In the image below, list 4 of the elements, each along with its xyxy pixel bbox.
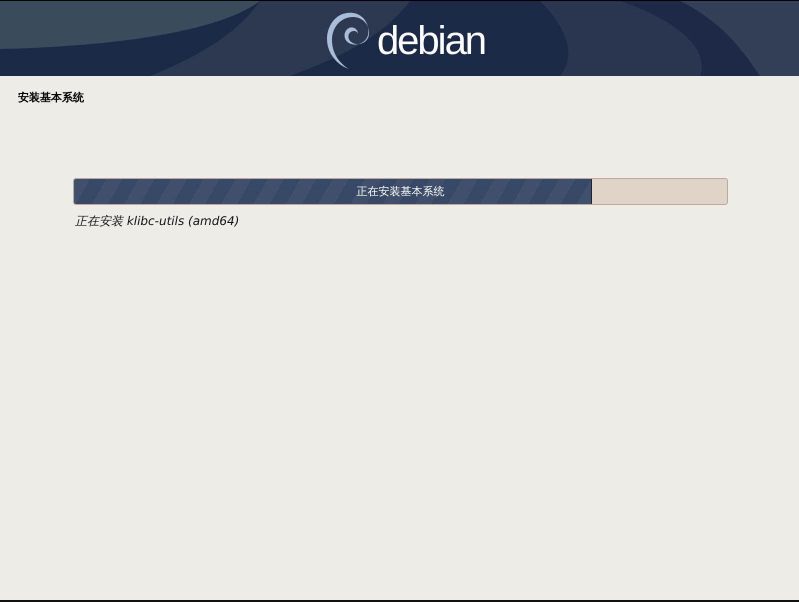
- progress-label: 正在安装基本系统: [356, 184, 444, 199]
- step-title: 安装基本系统: [18, 90, 85, 105]
- status-text: 正在安装 klibc-utils (amd64): [75, 213, 240, 230]
- debian-wordmark: debian: [376, 18, 486, 64]
